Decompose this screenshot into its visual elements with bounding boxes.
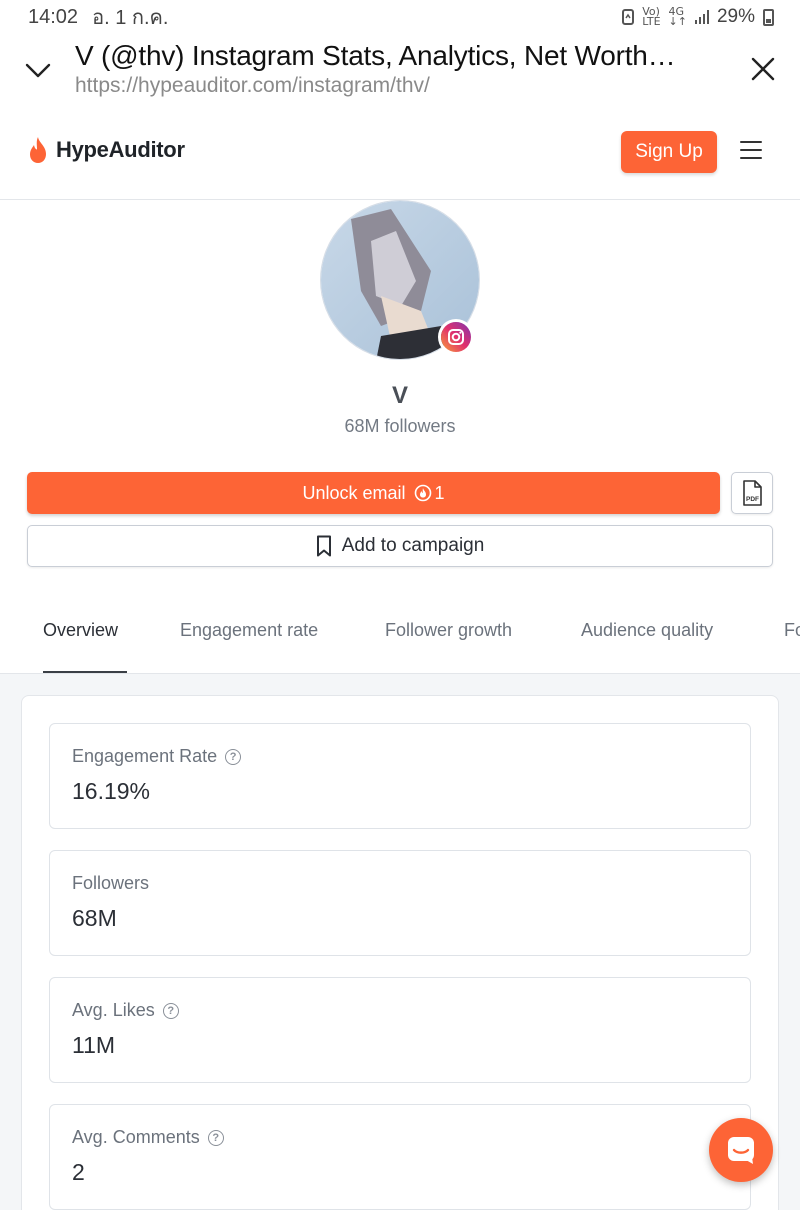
- bookmark-icon: [316, 535, 331, 557]
- status-left: 14:02 อ. 1 ก.ค.: [28, 1, 168, 33]
- unlock-credit: 1: [414, 483, 445, 504]
- profile-name: V: [391, 382, 408, 409]
- instagram-icon: [438, 319, 474, 355]
- volte-icon: Vo) LTE: [642, 5, 661, 28]
- brand-name: HypeAuditor: [56, 137, 185, 162]
- browser-bar: V (@thv) Instagram Stats, Analytics, Net…: [0, 34, 800, 112]
- unlock-email-label: Unlock email: [302, 482, 406, 503]
- credit-flame-icon: [414, 484, 431, 502]
- sign-up-button[interactable]: Sign Up: [621, 131, 717, 173]
- stat-value: 16.19%: [72, 778, 151, 804]
- pdf-download-button[interactable]: PDF: [731, 472, 773, 514]
- chat-button[interactable]: [709, 1118, 773, 1182]
- brand-logo[interactable]: HypeAuditor: [26, 136, 185, 164]
- stat-label-row: Avg. Likes ?: [72, 1000, 179, 1021]
- add-to-campaign-label: Add to campaign: [341, 535, 485, 556]
- unlock-count: 1: [434, 482, 445, 503]
- profile-followers: 68M followers: [344, 416, 456, 436]
- flame-icon: [30, 137, 46, 163]
- site-navbar: HypeAuditor Sign Up: [0, 112, 800, 200]
- tab-audience-quality[interactable]: Audience quality: [581, 620, 713, 641]
- tab-engagement-rate[interactable]: Engagement rate: [180, 620, 318, 641]
- active-tab-indicator: [43, 671, 127, 673]
- stat-value: 2: [72, 1159, 85, 1185]
- status-date: อ. 1 ก.ค.: [92, 7, 169, 29]
- status-right: Vo) LTE 4G ↓↑ 29%: [622, 6, 774, 28]
- chat-icon: [728, 1137, 754, 1164]
- pdf-label: PDF: [746, 496, 759, 503]
- page-title: V (@thv) Instagram Stats, Analytics, Net…: [75, 40, 676, 71]
- page-url[interactable]: https://hypeauditor.com/instagram/thv/: [75, 74, 430, 98]
- tab-follower-growth[interactable]: Follower growth: [385, 620, 512, 641]
- stat-card-engagement-rate: Engagement Rate ? 16.19%: [49, 723, 751, 829]
- stat-card-avg-comments: Avg. Comments ? 2: [49, 1104, 751, 1210]
- stat-card-followers: Followers 68M: [49, 850, 751, 956]
- tab-more[interactable]: Fo: [784, 620, 800, 641]
- stat-label: Followers: [72, 873, 150, 893]
- stat-label-row: Followers: [72, 873, 149, 894]
- stat-card-avg-likes: Avg. Likes ? 11M: [49, 977, 751, 1083]
- stat-label: Engagement Rate: [72, 746, 218, 766]
- tab-overview[interactable]: Overview: [43, 620, 118, 641]
- help-icon[interactable]: ?: [225, 748, 242, 765]
- stat-label-row: Engagement Rate ?: [72, 746, 242, 767]
- signal-icon: [694, 10, 709, 24]
- battery-icon: [763, 8, 774, 26]
- status-time: 14:02: [28, 5, 79, 28]
- battery-percent: 29%: [716, 6, 755, 27]
- help-icon[interactable]: ?: [162, 1002, 179, 1019]
- pdf-file-icon: PDF: [743, 480, 762, 506]
- close-icon[interactable]: [750, 56, 776, 82]
- hamburger-menu-icon[interactable]: [740, 141, 762, 159]
- status-bar: 14:02 อ. 1 ก.ค. Vo) LTE 4G ↓↑ 29%: [0, 0, 800, 34]
- sync-icon: [622, 9, 635, 25]
- stat-label: Avg. Likes: [72, 1000, 155, 1020]
- stat-label-row: Avg. Comments ?: [72, 1127, 224, 1148]
- add-to-campaign-button[interactable]: Add to campaign: [27, 525, 773, 567]
- chevron-down-icon[interactable]: [24, 56, 52, 84]
- 4g-icon: 4G ↓↑: [668, 5, 687, 28]
- unlock-email-button[interactable]: Unlock email 1: [27, 472, 720, 514]
- stat-value: 68M: [72, 905, 117, 931]
- stat-value: 11M: [72, 1032, 116, 1058]
- stat-label: Avg. Comments: [72, 1127, 200, 1147]
- profile-avatar-wrap: [320, 200, 480, 360]
- tab-bar: Overview Engagement rate Follower growth…: [0, 590, 800, 674]
- help-icon[interactable]: ?: [207, 1129, 224, 1146]
